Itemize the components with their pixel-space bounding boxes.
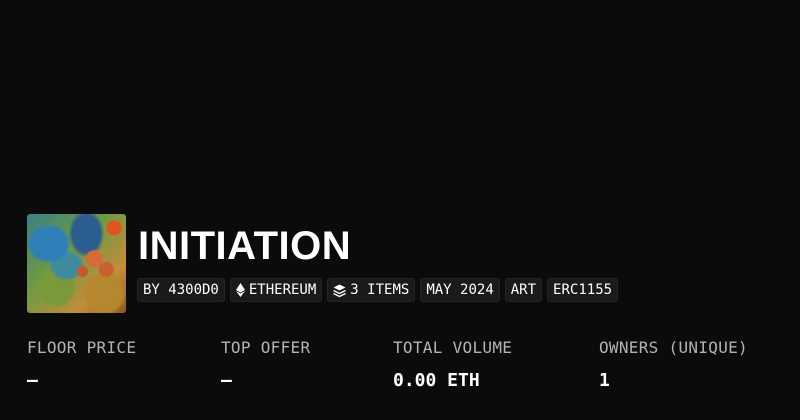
collection-tags: BY 4300D0 ETHEREUM 3 ITEMS MAY 2024 ART … xyxy=(137,278,619,302)
floor-price-stat: FLOOR PRICE — xyxy=(27,338,136,392)
layers-icon xyxy=(333,284,347,297)
top-offer-stat: TOP OFFER — xyxy=(221,338,310,392)
ethereum-icon xyxy=(235,283,245,297)
creator-tag-label: BY 4300D0 xyxy=(143,282,219,298)
floor-price-label: FLOOR PRICE xyxy=(27,338,137,357)
date-tag-label: MAY 2024 xyxy=(426,282,494,298)
items-tag-label: 3 ITEMS xyxy=(350,282,410,298)
category-tag-label: ART xyxy=(510,282,537,298)
standard-tag: ERC1155 xyxy=(547,278,619,302)
items-tag: 3 ITEMS xyxy=(327,278,416,302)
creator-tag[interactable]: BY 4300D0 xyxy=(137,278,225,302)
total-volume-label: TOTAL VOLUME xyxy=(393,338,513,357)
collection-header: INITIATION BY 4300D0 ETHEREUM 3 ITEMS MA… xyxy=(27,214,787,314)
owners-value: 1 xyxy=(599,370,610,391)
owners-stat: OWNERS (UNIQUE) 1 xyxy=(599,338,748,392)
date-tag: MAY 2024 xyxy=(420,278,500,302)
total-volume-value: 0.00 ETH xyxy=(393,370,480,391)
collection-thumbnail[interactable] xyxy=(27,214,126,313)
collection-stats: FLOOR PRICE — TOP OFFER — TOTAL VOLUME 0… xyxy=(27,338,787,398)
standard-tag-label: ERC1155 xyxy=(553,282,613,298)
category-tag[interactable]: ART xyxy=(504,278,543,302)
chain-tag: ETHEREUM xyxy=(229,278,323,302)
chain-tag-label: ETHEREUM xyxy=(248,282,317,298)
total-volume-stat: TOTAL VOLUME 0.00 ETH xyxy=(393,338,512,392)
top-offer-label: TOP OFFER xyxy=(221,338,311,357)
owners-label: OWNERS (UNIQUE) xyxy=(599,338,748,357)
top-offer-value: — xyxy=(221,370,232,391)
floor-price-value: — xyxy=(27,370,38,391)
collection-title: INITIATION xyxy=(138,224,352,268)
